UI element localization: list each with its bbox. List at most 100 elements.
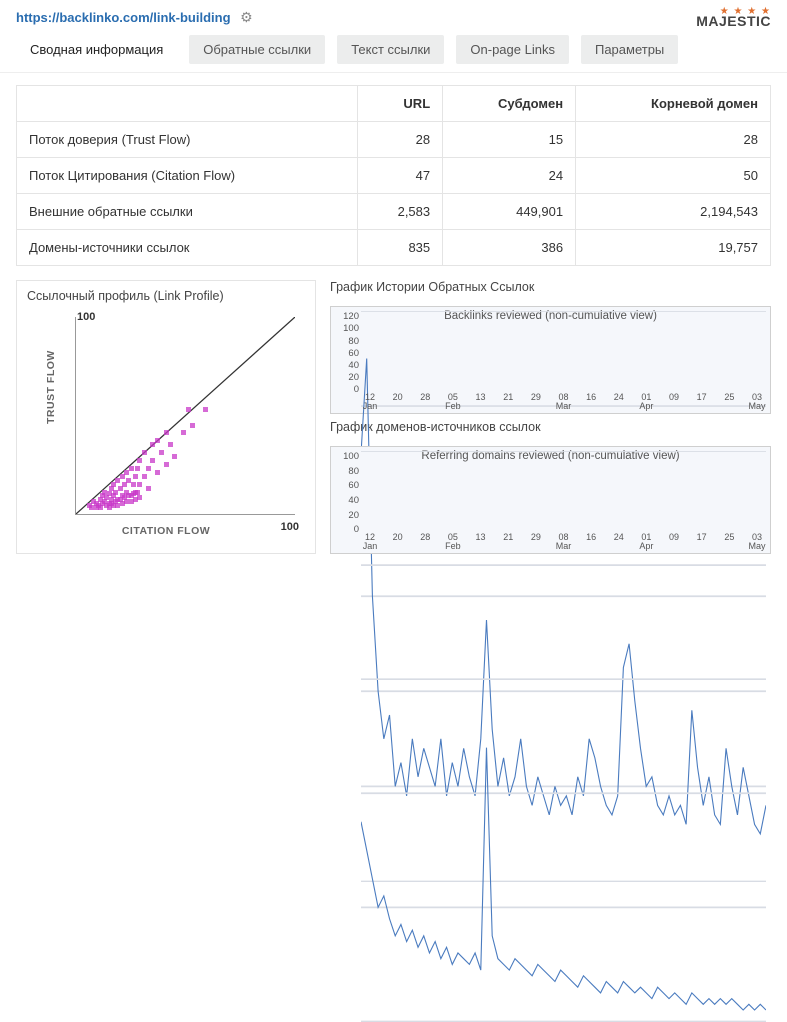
- xtick: 17: [693, 533, 711, 551]
- table-row: Домены-источники ссылок 835 386 19,757: [17, 230, 771, 266]
- ytick: 60: [348, 480, 359, 491]
- xtick: 21: [499, 393, 517, 411]
- xtick: 09: [665, 533, 683, 551]
- cell: 449,901: [443, 194, 576, 230]
- xtick: 29: [527, 533, 545, 551]
- xtick: 28: [416, 533, 434, 551]
- scatter-point: [164, 462, 169, 467]
- ytick: 20: [348, 510, 359, 521]
- xtick: 25: [720, 533, 738, 551]
- scatter-point: [164, 430, 169, 435]
- metrics-table: URL Субдомен Корневой домен Поток довери…: [16, 85, 771, 266]
- refdomains-history-chart: Referring domains reviewed (non-cumulati…: [330, 446, 771, 554]
- xtick: 05Feb: [444, 393, 462, 411]
- cell: 19,757: [576, 230, 771, 266]
- xtick: 12Jan: [361, 533, 379, 551]
- scatter-point: [137, 495, 142, 500]
- scatter-point: [142, 474, 147, 479]
- col-subdomain: Субдомен: [443, 86, 576, 122]
- scatter-xlabel: CITATION FLOW: [122, 525, 210, 537]
- scatter-point: [190, 423, 195, 428]
- xtick: 21: [499, 533, 517, 551]
- ytick: 100: [343, 323, 359, 334]
- xtick: 25: [720, 393, 738, 411]
- xtick: 08Mar: [554, 533, 572, 551]
- cell: 835: [358, 230, 443, 266]
- xtick: 05Feb: [444, 533, 462, 551]
- tab-backlinks[interactable]: Обратные ссылки: [189, 35, 325, 64]
- scatter-point: [137, 458, 142, 463]
- scatter-point: [155, 470, 160, 475]
- xtick: 01Apr: [637, 393, 655, 411]
- xtick: 13: [472, 393, 490, 411]
- ytick: 80: [348, 466, 359, 477]
- scatter-point: [168, 442, 173, 447]
- ytick: 20: [348, 372, 359, 383]
- xtick: 03May: [748, 393, 766, 411]
- ytick: 120: [343, 311, 359, 322]
- page-url-link[interactable]: https://backlinko.com/link-building: [16, 10, 231, 25]
- backlinks-history-title: График Истории Обратных Ссылок: [330, 280, 771, 294]
- scatter-point: [150, 458, 155, 463]
- tab-anchor-text[interactable]: Текст ссылки: [337, 35, 444, 64]
- scatter-point: [186, 407, 191, 412]
- tab-summary[interactable]: Сводная информация: [16, 35, 177, 64]
- ytick: 100: [343, 451, 359, 462]
- nav-tabs: Сводная информация Обратные ссылки Текст…: [0, 31, 787, 73]
- scatter-point: [129, 466, 134, 471]
- xtick: 17: [693, 393, 711, 411]
- scatter-point: [159, 450, 164, 455]
- cell: 2,194,543: [576, 194, 771, 230]
- row-name: Домены-источники ссылок: [17, 230, 358, 266]
- xtick: 08Mar: [554, 393, 572, 411]
- xtick: 20: [389, 393, 407, 411]
- scatter-point: [155, 438, 160, 443]
- table-row: Поток Цитирования (Citation Flow) 47 24 …: [17, 158, 771, 194]
- xtick: 16: [582, 533, 600, 551]
- row-name: Внешние обратные ссылки: [17, 194, 358, 230]
- scatter-plot: [75, 317, 295, 515]
- xtick: 01Apr: [637, 533, 655, 551]
- scatter-point: [181, 430, 186, 435]
- logo-text: MAJESTIC: [696, 16, 771, 27]
- scatter-point: [146, 486, 151, 491]
- tab-options[interactable]: Параметры: [581, 35, 678, 64]
- col-blank: [17, 86, 358, 122]
- ytick: 0: [354, 524, 359, 535]
- xtick: 20: [389, 533, 407, 551]
- link-profile-panel: Ссылочный профиль (Link Profile) 100 TRU…: [16, 280, 316, 554]
- ytick: 80: [348, 336, 359, 347]
- col-rootdomain: Корневой домен: [576, 86, 771, 122]
- xtick: 12Jan: [361, 393, 379, 411]
- cell: 15: [443, 122, 576, 158]
- scatter-point: [172, 454, 177, 459]
- cell: 50: [576, 158, 771, 194]
- cell: 24: [443, 158, 576, 194]
- backlinks-history-chart: Backlinks reviewed (non-cumulative view)…: [330, 306, 771, 414]
- table-header-row: URL Субдомен Корневой домен: [17, 86, 771, 122]
- link-profile-title: Ссылочный профиль (Link Profile): [27, 289, 305, 303]
- scatter-ylabel: TRUST FLOW: [45, 350, 57, 424]
- xtick: 13: [472, 533, 490, 551]
- ytick: 60: [348, 348, 359, 359]
- cell: 28: [576, 122, 771, 158]
- xtick: 16: [582, 393, 600, 411]
- ytick: 40: [348, 360, 359, 371]
- scatter-point: [133, 474, 138, 479]
- xtick: 28: [416, 393, 434, 411]
- ytick: 0: [354, 384, 359, 395]
- scatter-point: [203, 407, 208, 412]
- tab-onpage-links[interactable]: On-page Links: [456, 35, 569, 64]
- settings-icon[interactable]: ⚙: [240, 9, 253, 25]
- table-row: Поток доверия (Trust Flow) 28 15 28: [17, 122, 771, 158]
- xtick: 24: [610, 393, 628, 411]
- xtick: 03May: [748, 533, 766, 551]
- ytick: 40: [348, 495, 359, 506]
- table-row: Внешние обратные ссылки 2,583 449,901 2,…: [17, 194, 771, 230]
- scatter-xmax: 100: [281, 521, 299, 533]
- cell: 28: [358, 122, 443, 158]
- row-name: Поток доверия (Trust Flow): [17, 122, 358, 158]
- cell: 2,583: [358, 194, 443, 230]
- scatter-point: [142, 450, 147, 455]
- xtick: 29: [527, 393, 545, 411]
